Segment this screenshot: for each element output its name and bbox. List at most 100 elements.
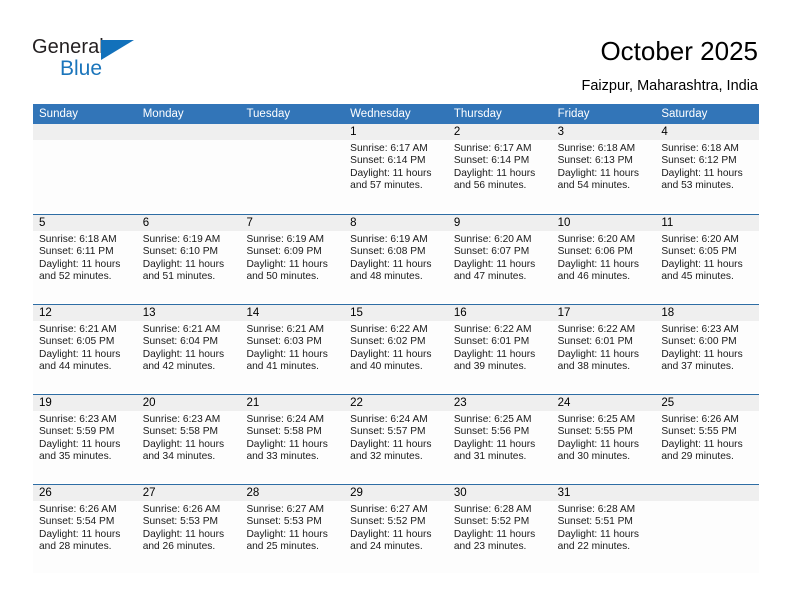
daylight-text-line2: and 39 minutes. (453, 361, 527, 373)
day-cell[interactable]: 25 Sunrise: 6:26 AM Sunset: 5:55 PM Dayl… (655, 395, 760, 483)
day-cell[interactable]: 30 Sunrise: 6:28 AM Sunset: 5:52 PM Dayl… (447, 485, 552, 573)
daylight-text-line1: Daylight: 11 hours (350, 528, 432, 540)
sunset-text: Sunset: 6:09 PM (246, 246, 322, 258)
day-cell[interactable]: 22 Sunrise: 6:24 AM Sunset: 5:57 PM Dayl… (344, 395, 448, 483)
daylight-text-line2: and 47 minutes. (453, 271, 527, 283)
sunset-text: Sunset: 5:52 PM (350, 516, 426, 528)
day-cell[interactable]: 18 Sunrise: 6:23 AM Sunset: 6:00 PM Dayl… (655, 305, 760, 393)
sunset-text: Sunset: 6:07 PM (453, 246, 530, 258)
day-cell[interactable]: 7 Sunrise: 6:19 AM Sunset: 6:09 PM Dayli… (240, 215, 345, 303)
daylight-text-line2: and 44 minutes. (39, 361, 112, 373)
sunset-text: Sunset: 5:54 PM (39, 516, 115, 528)
general-blue-logo[interactable]: General Blue (32, 36, 142, 82)
sunset-text: Sunset: 6:11 PM (39, 246, 114, 258)
day-cell[interactable]: 2 Sunrise: 6:17 AM Sunset: 6:14 PM Dayli… (447, 124, 552, 212)
daylight-text-line2: and 26 minutes. (142, 541, 216, 553)
day-cell[interactable]: 29 Sunrise: 6:27 AM Sunset: 5:52 PM Dayl… (344, 485, 448, 573)
day-cell[interactable]: 27 Sunrise: 6:26 AM Sunset: 5:53 PM Dayl… (136, 485, 241, 573)
day-cell[interactable]: 20 Sunrise: 6:23 AM Sunset: 5:58 PM Dayl… (136, 395, 241, 483)
day-cell[interactable]: 4 Sunrise: 6:18 AM Sunset: 6:12 PM Dayli… (655, 124, 760, 212)
day-details: Sunrise: 6:22 AM Sunset: 6:02 PM Dayligh… (344, 321, 448, 374)
day-number: 10 (551, 215, 656, 231)
day-details: Sunrise: 6:19 AM Sunset: 6:09 PM Dayligh… (240, 231, 344, 284)
day-number (33, 124, 137, 140)
day-number: 31 (551, 485, 656, 501)
day-number: 20 (136, 395, 241, 411)
daylight-text-line2: and 52 minutes. (39, 271, 112, 283)
day-number: 2 (447, 124, 552, 140)
day-details: Sunrise: 6:25 AM Sunset: 5:55 PM Dayligh… (552, 411, 656, 464)
sunrise-text: Sunrise: 6:25 AM (453, 414, 532, 425)
day-details: Sunrise: 6:23 AM Sunset: 5:58 PM Dayligh… (137, 411, 241, 464)
week-row: 19 Sunrise: 6:23 AM Sunset: 5:59 PM Dayl… (33, 394, 760, 484)
day-cell[interactable]: 6 Sunrise: 6:19 AM Sunset: 6:10 PM Dayli… (136, 215, 241, 303)
sunset-text: Sunset: 6:04 PM (142, 336, 219, 348)
daylight-text-line1: Daylight: 11 hours (557, 348, 639, 360)
day-number: 11 (655, 215, 760, 231)
daylight-text-line2: and 38 minutes. (557, 361, 631, 373)
day-cell[interactable]: 8 Sunrise: 6:19 AM Sunset: 6:08 PM Dayli… (344, 215, 448, 303)
daylight-text-line2: and 28 minutes. (39, 541, 112, 553)
sunrise-text: Sunrise: 6:21 AM (39, 324, 117, 335)
daylight-text-line1: Daylight: 11 hours (350, 167, 432, 179)
calendar-page: General Blue October 2025 Faizpur, Mahar… (0, 0, 792, 612)
day-cell[interactable] (136, 124, 241, 212)
daylight-text-line1: Daylight: 11 hours (142, 438, 225, 450)
day-cell[interactable]: 12 Sunrise: 6:21 AM Sunset: 6:05 PM Dayl… (33, 305, 137, 393)
day-cell[interactable]: 13 Sunrise: 6:21 AM Sunset: 6:04 PM Dayl… (136, 305, 241, 393)
day-number: 28 (240, 485, 345, 501)
daylight-text-line1: Daylight: 11 hours (350, 438, 432, 450)
day-cell[interactable]: 31 Sunrise: 6:28 AM Sunset: 5:51 PM Dayl… (551, 485, 656, 573)
sunrise-text: Sunrise: 6:18 AM (39, 234, 117, 245)
day-details: Sunrise: 6:18 AM Sunset: 6:13 PM Dayligh… (552, 140, 656, 193)
daylight-text-line1: Daylight: 11 hours (557, 528, 639, 540)
sunrise-text: Sunrise: 6:24 AM (246, 414, 325, 425)
daylight-text-line2: and 40 minutes. (350, 361, 423, 373)
daylight-text-line1: Daylight: 11 hours (350, 348, 432, 360)
day-cell[interactable]: 26 Sunrise: 6:26 AM Sunset: 5:54 PM Dayl… (33, 485, 137, 573)
day-details: Sunrise: 6:17 AM Sunset: 6:14 PM Dayligh… (344, 140, 448, 193)
day-cell[interactable]: 9 Sunrise: 6:20 AM Sunset: 6:07 PM Dayli… (447, 215, 552, 303)
sunrise-text: Sunrise: 6:28 AM (453, 504, 532, 515)
day-cell[interactable]: 10 Sunrise: 6:20 AM Sunset: 6:06 PM Dayl… (551, 215, 656, 303)
day-cell[interactable]: 24 Sunrise: 6:25 AM Sunset: 5:55 PM Dayl… (551, 395, 656, 483)
daylight-text-line2: and 48 minutes. (350, 271, 423, 283)
day-cell[interactable]: 23 Sunrise: 6:25 AM Sunset: 5:56 PM Dayl… (447, 395, 552, 483)
daylight-text-line2: and 53 minutes. (661, 180, 734, 192)
daylight-text-line1: Daylight: 11 hours (453, 258, 536, 270)
day-cell[interactable]: 17 Sunrise: 6:22 AM Sunset: 6:01 PM Dayl… (551, 305, 656, 393)
calendar-grid: Sunday Monday Tuesday Wednesday Thursday… (33, 104, 760, 574)
day-cell[interactable]: 1 Sunrise: 6:17 AM Sunset: 6:14 PM Dayli… (344, 124, 448, 212)
daylight-text-line1: Daylight: 11 hours (557, 438, 639, 450)
day-cell[interactable]: 21 Sunrise: 6:24 AM Sunset: 5:58 PM Dayl… (240, 395, 345, 483)
day-cell[interactable]: 16 Sunrise: 6:22 AM Sunset: 6:01 PM Dayl… (447, 305, 552, 393)
day-details: Sunrise: 6:22 AM Sunset: 6:01 PM Dayligh… (552, 321, 656, 374)
day-details: Sunrise: 6:25 AM Sunset: 5:56 PM Dayligh… (448, 411, 552, 464)
day-number: 13 (136, 305, 241, 321)
sunset-text: Sunset: 5:51 PM (557, 516, 633, 528)
daylight-text-line1: Daylight: 11 hours (39, 348, 121, 360)
daylight-text-line2: and 51 minutes. (142, 271, 216, 283)
day-cell[interactable]: 15 Sunrise: 6:22 AM Sunset: 6:02 PM Dayl… (344, 305, 448, 393)
day-number: 8 (344, 215, 448, 231)
sunrise-text: Sunrise: 6:26 AM (142, 504, 221, 515)
sunset-text: Sunset: 6:06 PM (557, 246, 633, 258)
day-cell[interactable] (655, 485, 760, 573)
day-cell[interactable]: 19 Sunrise: 6:23 AM Sunset: 5:59 PM Dayl… (33, 395, 137, 483)
day-cell[interactable]: 28 Sunrise: 6:27 AM Sunset: 5:53 PM Dayl… (240, 485, 345, 573)
sunset-text: Sunset: 6:00 PM (661, 336, 737, 348)
sunrise-text: Sunrise: 6:26 AM (661, 414, 739, 425)
daylight-text-line1: Daylight: 11 hours (453, 438, 536, 450)
day-cell[interactable] (33, 124, 137, 212)
daylight-text-line1: Daylight: 11 hours (661, 167, 743, 179)
sunset-text: Sunset: 5:55 PM (557, 426, 633, 438)
day-number: 22 (344, 395, 448, 411)
sunset-text: Sunset: 5:57 PM (350, 426, 426, 438)
daylight-text-line2: and 37 minutes. (661, 361, 734, 373)
day-cell[interactable]: 11 Sunrise: 6:20 AM Sunset: 6:05 PM Dayl… (655, 215, 760, 303)
day-cell[interactable]: 5 Sunrise: 6:18 AM Sunset: 6:11 PM Dayli… (33, 215, 137, 303)
sunrise-text: Sunrise: 6:19 AM (142, 234, 221, 245)
day-cell[interactable]: 14 Sunrise: 6:21 AM Sunset: 6:03 PM Dayl… (240, 305, 345, 393)
day-cell[interactable]: 3 Sunrise: 6:18 AM Sunset: 6:13 PM Dayli… (551, 124, 656, 212)
day-cell[interactable] (240, 124, 345, 212)
